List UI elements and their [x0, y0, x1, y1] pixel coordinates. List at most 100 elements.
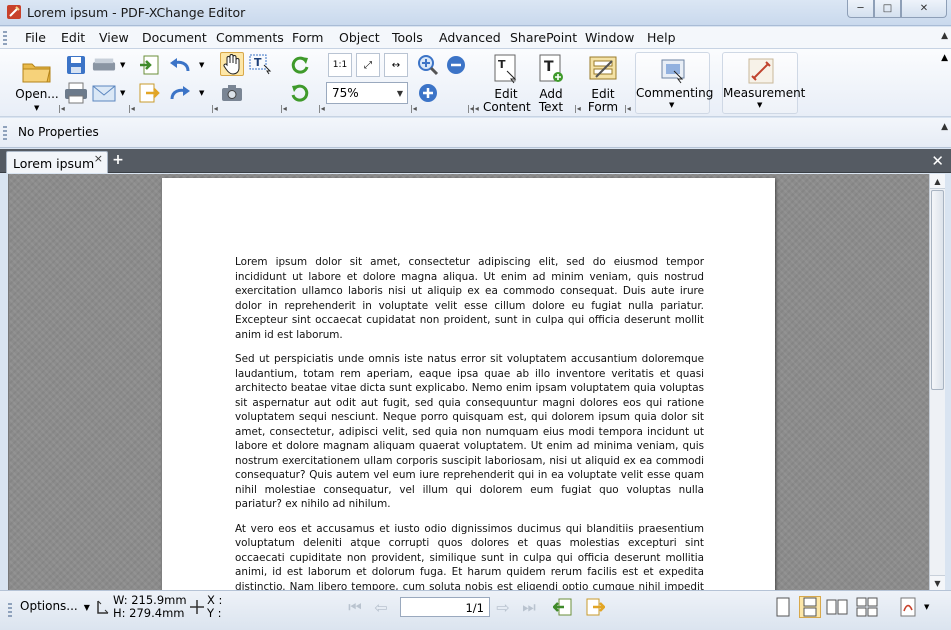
- main-toolbar: Open... ▼ |◂ ▼ ▼ |◂ ▼ ▼ |◂ T |◂ |◂ 1:1 ⤢…: [0, 49, 951, 117]
- add-text-icon: T: [539, 54, 563, 82]
- redo-icon: [170, 86, 190, 100]
- svg-text:T: T: [498, 58, 506, 71]
- continuous-facing-view-button[interactable]: [856, 596, 878, 618]
- next-page-button[interactable]: ⇨: [492, 596, 514, 618]
- menu-tools[interactable]: Tools: [392, 30, 423, 45]
- menu-file[interactable]: File: [25, 30, 46, 45]
- continuous-view-button[interactable]: [799, 596, 821, 618]
- actual-size-button[interactable]: 1:1: [328, 53, 352, 77]
- document-viewport[interactable]: Lorem ipsum dolor sit amet, consectetur …: [8, 174, 929, 590]
- single-page-view-button[interactable]: [772, 596, 794, 618]
- previous-view-icon: [553, 598, 572, 616]
- minimize-icon: ─: [857, 3, 864, 14]
- close-tab-icon[interactable]: ×: [94, 152, 103, 165]
- redo-button[interactable]: [168, 81, 192, 105]
- zoom-plus-button[interactable]: [416, 81, 440, 105]
- edit-content-button[interactable]: T Edit Content: [483, 52, 531, 114]
- pdf-options-button[interactable]: [897, 596, 919, 618]
- window-title: Lorem ipsum - PDF-XChange Editor: [27, 5, 246, 20]
- paragraph: Lorem ipsum dolor sit amet, consectetur …: [235, 256, 704, 341]
- comment-icon: [661, 59, 685, 84]
- new-tab-icon[interactable]: +: [111, 153, 125, 168]
- export-button[interactable]: [137, 81, 161, 105]
- zoom-in-icon: [418, 55, 439, 76]
- fit-page-icon: ⤢: [364, 59, 372, 71]
- menu-window[interactable]: Window: [585, 30, 634, 45]
- toolbar-scroll-up-icon[interactable]: ▲: [941, 53, 948, 63]
- rotate-counterclockwise-button[interactable]: [288, 81, 312, 105]
- pdf-page[interactable]: Lorem ipsum dolor sit amet, consectetur …: [162, 178, 775, 590]
- properties-scroll-up-icon[interactable]: ▲: [941, 122, 948, 132]
- first-page-icon: ⏮: [348, 598, 362, 616]
- properties-grip[interactable]: [3, 126, 7, 140]
- arrow-right-icon: ⇨: [496, 597, 510, 617]
- menu-comments[interactable]: Comments: [216, 30, 284, 45]
- menu-document[interactable]: Document: [142, 30, 207, 45]
- zoom-out-button[interactable]: [444, 53, 468, 77]
- save-button[interactable]: [64, 53, 88, 77]
- statusbar-grip[interactable]: [8, 603, 12, 619]
- vertical-scrollbar[interactable]: ▲ ▼: [929, 174, 945, 590]
- previous-view-button[interactable]: [552, 596, 574, 618]
- measurement-button[interactable]: Measurement ▼: [722, 52, 805, 114]
- open-button[interactable]: Open... ▼: [14, 52, 60, 114]
- previous-page-button[interactable]: ⇦: [370, 596, 392, 618]
- rotate-clockwise-button[interactable]: [288, 53, 312, 77]
- undo-icon: [170, 58, 190, 72]
- options-dropdown[interactable]: Options... ▼: [20, 599, 90, 613]
- hand-tool-button[interactable]: [220, 52, 244, 76]
- chevron-down-icon[interactable]: ▼: [924, 603, 929, 611]
- select-text-button[interactable]: T: [248, 52, 272, 76]
- minimize-button[interactable]: ─: [847, 0, 874, 18]
- next-view-button[interactable]: [584, 596, 606, 618]
- scroll-down-arrow-icon[interactable]: ▼: [930, 575, 945, 590]
- menu-advanced[interactable]: Advanced: [439, 30, 501, 45]
- add-text-button[interactable]: T Add Text: [533, 52, 569, 114]
- left-margin: [0, 174, 8, 590]
- page-content: Lorem ipsum dolor sit amet, consectetur …: [235, 255, 704, 590]
- zoom-in-button[interactable]: [416, 53, 440, 77]
- menubar-scroll-up-icon[interactable]: ▲: [941, 31, 948, 41]
- close-all-tabs-icon[interactable]: ✕: [931, 152, 944, 170]
- tab-lorem-ipsum[interactable]: Lorem ipsum ×: [6, 151, 108, 173]
- edit-form-button[interactable]: Edit Form: [584, 52, 622, 114]
- menu-help[interactable]: Help: [647, 30, 676, 45]
- undo-button[interactable]: [168, 53, 192, 77]
- menubar-grip[interactable]: [3, 31, 7, 45]
- close-icon: ✕: [919, 3, 929, 14]
- menu-sharepoint[interactable]: SharePoint: [510, 30, 577, 45]
- print-button[interactable]: [64, 81, 88, 105]
- scroll-up-arrow-icon[interactable]: ▲: [930, 174, 945, 189]
- snapshot-button[interactable]: [220, 81, 244, 105]
- maximize-icon: □: [882, 3, 893, 14]
- menu-edit[interactable]: Edit: [61, 30, 85, 45]
- last-page-button[interactable]: ⏭: [518, 596, 540, 618]
- facing-view-button[interactable]: [826, 596, 848, 618]
- title-bar: Lorem ipsum - PDF-XChange Editor ─ □ ✕: [0, 0, 951, 26]
- scan-button[interactable]: [92, 53, 116, 77]
- options-label: Options...: [20, 599, 78, 613]
- camera-icon: [222, 85, 242, 101]
- zoom-level-select[interactable]: 75% ▼: [326, 82, 408, 104]
- import-button[interactable]: [137, 53, 161, 77]
- email-button[interactable]: [92, 81, 116, 105]
- fit-page-button[interactable]: ⤢: [356, 53, 380, 77]
- menu-object[interactable]: Object: [339, 30, 380, 45]
- scrollbar-thumb[interactable]: [931, 190, 944, 390]
- facing-pages-icon: [826, 599, 848, 615]
- close-window-button[interactable]: ✕: [901, 0, 947, 18]
- edit-content-icon: T: [494, 54, 517, 84]
- page-number-input[interactable]: 1/1: [400, 597, 490, 617]
- crosshair-icon: [190, 600, 204, 614]
- paragraph: At vero eos et accusamus et iusto odio d…: [235, 522, 704, 591]
- fit-width-button[interactable]: ↔: [384, 53, 408, 77]
- page-dimensions: W: 215.9mm H: 279.4mm: [113, 594, 187, 620]
- menu-view[interactable]: View: [99, 30, 129, 45]
- printer-icon: [65, 82, 87, 104]
- commenting-button[interactable]: Commenting ▼: [635, 52, 713, 114]
- plus-circle-icon: [419, 84, 437, 102]
- menu-form[interactable]: Form: [292, 30, 324, 45]
- maximize-button[interactable]: □: [874, 0, 901, 18]
- first-page-button[interactable]: ⏮: [344, 596, 366, 618]
- actual-size-icon: 1:1: [332, 60, 348, 70]
